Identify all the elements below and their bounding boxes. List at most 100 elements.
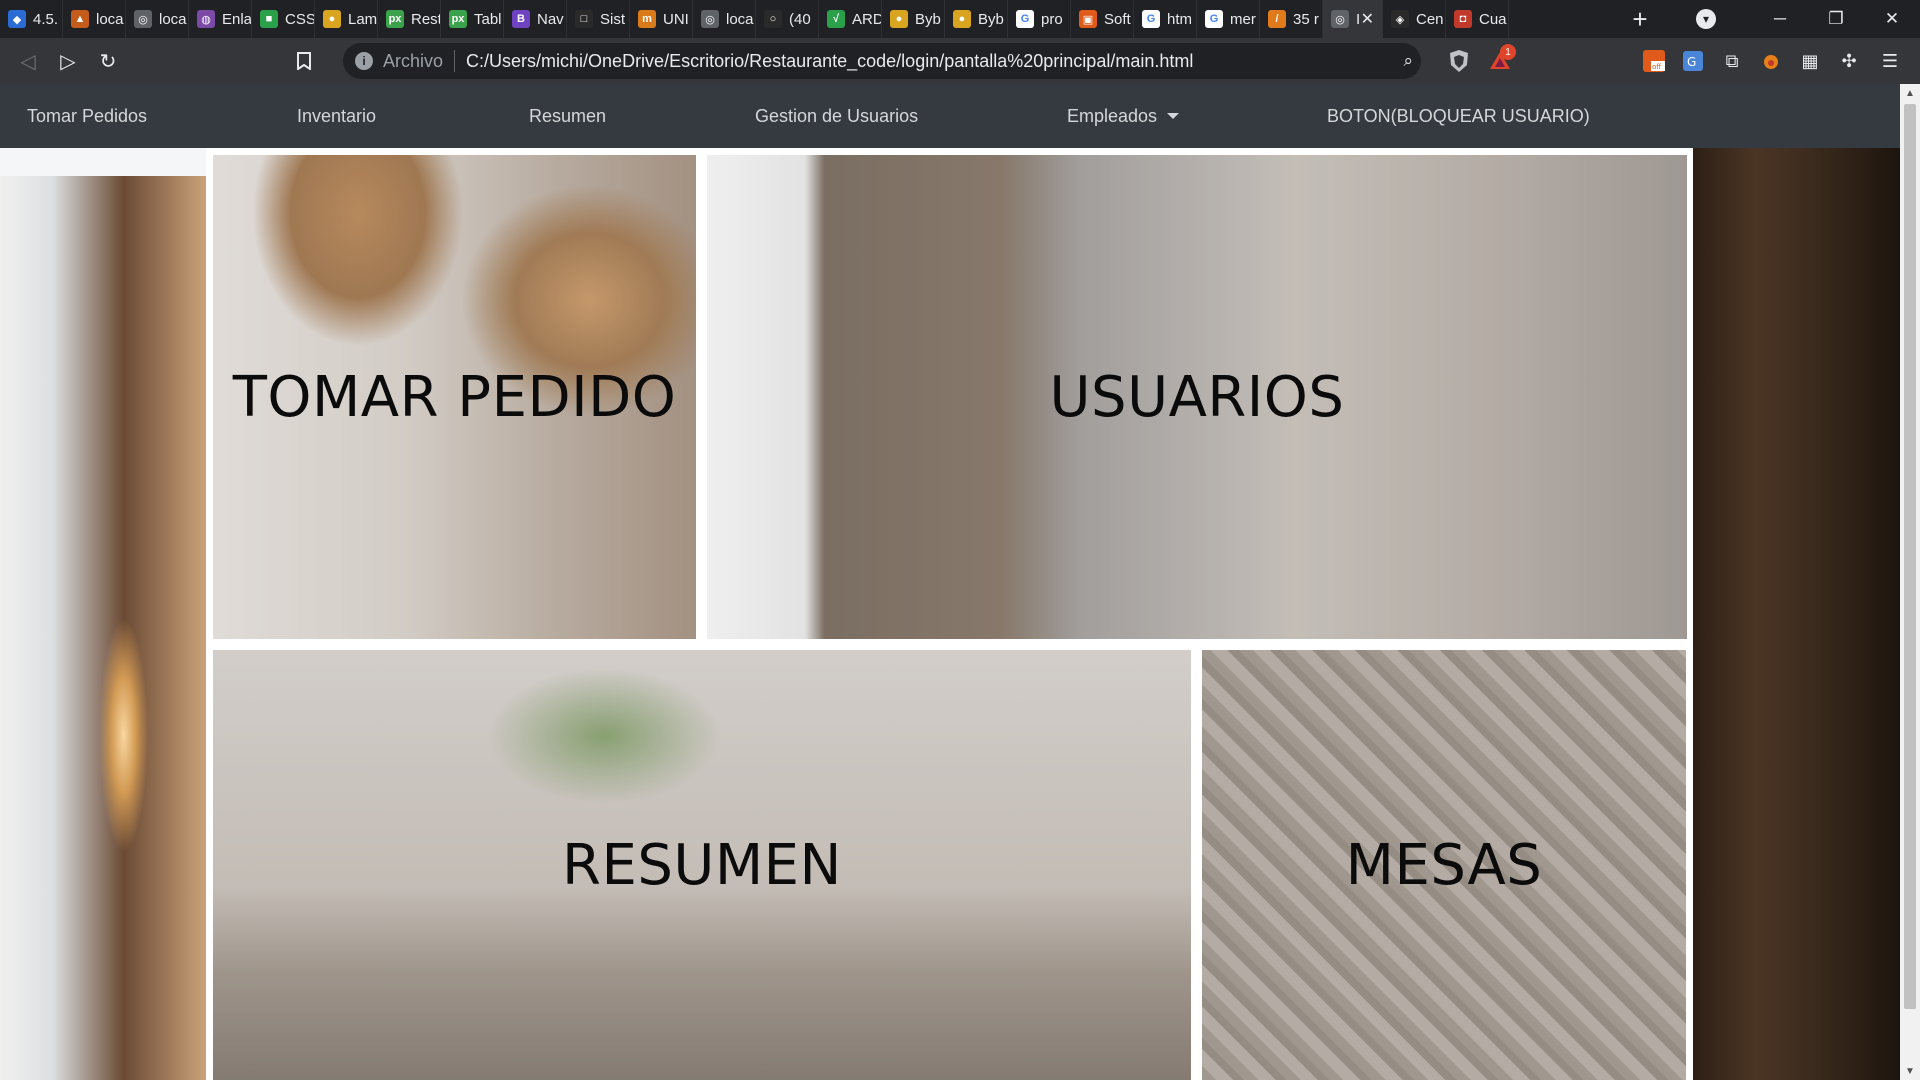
page-viewport: Tomar Pedidos Inventario Resumen Gestion… <box>0 84 1900 1080</box>
browser-tab[interactable]: ◆ 4.5. <box>0 0 63 38</box>
browser-tab[interactable]: ▲ loca <box>63 0 126 38</box>
back-button[interactable]: ◁ <box>8 41 48 81</box>
browser-tab[interactable]: ◘ Cua <box>1446 0 1509 38</box>
tile-resumen[interactable]: RESUMEN <box>213 650 1191 1080</box>
translate-icon[interactable]: G <box>1679 46 1707 76</box>
tab-title: Soft <box>1104 10 1131 28</box>
tab-title: (40 <box>789 10 811 28</box>
address-url[interactable]: C:/Users/michi/OneDrive/Escritorio/Resta… <box>466 51 1193 72</box>
minimize-button[interactable]: ─ <box>1752 0 1808 38</box>
scroll-down-icon[interactable]: ▼ <box>1900 1062 1920 1080</box>
tab-search-icon[interactable]: ▾ <box>1696 9 1716 29</box>
browser-tab[interactable]: ● Byb <box>882 0 945 38</box>
browser-tab[interactable]: ◎ loca <box>126 0 189 38</box>
browser-tab[interactable]: Gmer <box>1197 0 1260 38</box>
tab-favicon-icon: ○ <box>764 10 782 28</box>
tile-mesas-label: MESAS <box>1345 832 1543 898</box>
zoom-icon[interactable]: ⌕ <box>1403 51 1413 71</box>
tab-favicon-icon: ◎ <box>1331 10 1349 28</box>
bookmark-icon[interactable] <box>288 45 320 77</box>
nav-bloquear-usuario[interactable]: BOTON(BLOQUEAR USUARIO) <box>1327 84 1590 148</box>
extension-off-icon[interactable]: off <box>1640 46 1668 76</box>
browser-tab[interactable]: ◎ loca <box>693 0 756 38</box>
browser-tab[interactable]: ▣ Soft <box>1071 0 1134 38</box>
tab-favicon-icon: ◎ <box>701 10 719 28</box>
browser-tab[interactable]: B Nav <box>504 0 567 38</box>
tab-favicon-icon: ◈ <box>1391 10 1409 28</box>
nav-tomar-pedidos[interactable]: Tomar Pedidos <box>27 84 147 148</box>
tab-title: UNI <box>663 10 689 28</box>
tab-favicon-icon: ◍ <box>197 10 215 28</box>
scroll-up-icon[interactable]: ▲ <box>1900 84 1920 102</box>
tab-list: ◆ 4.5. ▲ loca ◎ loca ◍ Enla ■ CSS ● Lam px Rest px Tabl… <box>0 0 1620 38</box>
browser-tab[interactable]: ○ (40 <box>756 0 819 38</box>
address-bar[interactable]: i Archivo C:/Users/michi/OneDrive/Escrit… <box>343 43 1421 79</box>
tab-favicon-icon: ▲ <box>71 10 89 28</box>
forward-button[interactable]: ▷ <box>48 41 88 81</box>
window-controls: ▾ ─ ❐ ✕ <box>1696 0 1920 38</box>
browser-toolbar: ◁ ▷ ↻ i Archivo C:/Users/michi/OneDrive/… <box>0 38 1920 84</box>
browser-tab[interactable]: px Rest <box>378 0 441 38</box>
tab-favicon-icon: m <box>638 10 656 28</box>
svg-text:G: G <box>1687 55 1696 69</box>
site-info-icon[interactable]: i <box>355 52 373 70</box>
extension-copy-icon[interactable]: ⧉ <box>1718 46 1746 76</box>
tab-favicon-icon: G <box>1142 10 1160 28</box>
tile-mesas[interactable]: MESAS <box>1202 650 1686 1080</box>
tab-favicon-icon: ● <box>890 10 908 28</box>
qr-code-icon[interactable]: ▦ <box>1796 46 1824 76</box>
menu-icon[interactable]: ☰ <box>1876 46 1904 76</box>
tile-tomar-pedido[interactable]: TOMAR PEDIDO <box>213 155 696 639</box>
browser-tab[interactable]: / 35 r <box>1260 0 1323 38</box>
browser-tab[interactable]: ◍ Enla <box>189 0 252 38</box>
brave-rewards-icon[interactable]: 1 <box>1485 44 1516 76</box>
tab-favicon-icon: ▣ <box>1079 10 1097 28</box>
tab-favicon-icon: ◘ <box>1454 10 1472 28</box>
tile-usuarios[interactable]: USUARIOS <box>707 155 1687 639</box>
background-image-left <box>0 148 206 1080</box>
nav-inventario[interactable]: Inventario <box>297 84 376 148</box>
tab-title: Enla <box>222 10 252 28</box>
restore-button[interactable]: ❐ <box>1808 0 1864 38</box>
tab-title: Byb <box>915 10 941 28</box>
tab-title: mer <box>1230 10 1256 28</box>
nav-gestion-usuarios[interactable]: Gestion de Usuarios <box>755 84 918 148</box>
browser-tab[interactable]: px Tabl <box>441 0 504 38</box>
tile-resumen-label: RESUMEN <box>562 832 842 898</box>
browser-tab[interactable]: ● Byb <box>945 0 1008 38</box>
browser-tab[interactable]: ◎ I ✕ <box>1323 0 1383 38</box>
browser-tab[interactable]: □ Sist <box>567 0 630 38</box>
scrollbar-thumb[interactable] <box>1904 104 1916 1009</box>
tab-favicon-icon: ◆ <box>8 10 26 28</box>
reload-button[interactable]: ↻ <box>88 41 128 81</box>
tab-title: ARD <box>852 10 882 28</box>
tab-title: Tabl <box>474 10 502 28</box>
close-tab-icon[interactable]: ✕ <box>1361 9 1374 29</box>
new-tab-button[interactable]: + <box>1620 0 1660 38</box>
top-navbar: Tomar Pedidos Inventario Resumen Gestion… <box>0 84 1900 148</box>
tab-favicon-icon: ■ <box>260 10 278 28</box>
browser-tab[interactable]: ● Lam <box>315 0 378 38</box>
tab-title: I <box>1356 10 1361 28</box>
tab-title: pro <box>1041 10 1063 28</box>
tab-favicon-icon: ◎ <box>134 10 152 28</box>
close-window-button[interactable]: ✕ <box>1864 0 1920 38</box>
address-separator <box>454 50 456 72</box>
tab-title: loca <box>96 10 124 28</box>
nav-resumen[interactable]: Resumen <box>529 84 606 148</box>
browser-tab[interactable]: m UNI <box>630 0 693 38</box>
tab-favicon-icon: / <box>1268 10 1286 28</box>
extensions-puzzle-icon[interactable]: ✣ <box>1835 46 1863 76</box>
extension-fox-icon[interactable] <box>1757 46 1785 76</box>
browser-tab[interactable]: ■ CSS <box>252 0 315 38</box>
page-scrollbar[interactable]: ▲ ▼ <box>1900 84 1920 1080</box>
browser-tab[interactable]: Gpro <box>1008 0 1071 38</box>
tab-title: loca <box>159 10 187 28</box>
browser-tab[interactable]: ◈ Cen <box>1383 0 1446 38</box>
browser-tab[interactable]: Ghtm <box>1134 0 1197 38</box>
brave-shields-icon[interactable] <box>1445 46 1473 76</box>
browser-tab[interactable]: √ ARD <box>819 0 882 38</box>
nav-empleados-dropdown[interactable]: Empleados <box>1067 84 1180 148</box>
tab-favicon-icon: G <box>1016 10 1034 28</box>
tab-title: Lam <box>348 10 378 28</box>
